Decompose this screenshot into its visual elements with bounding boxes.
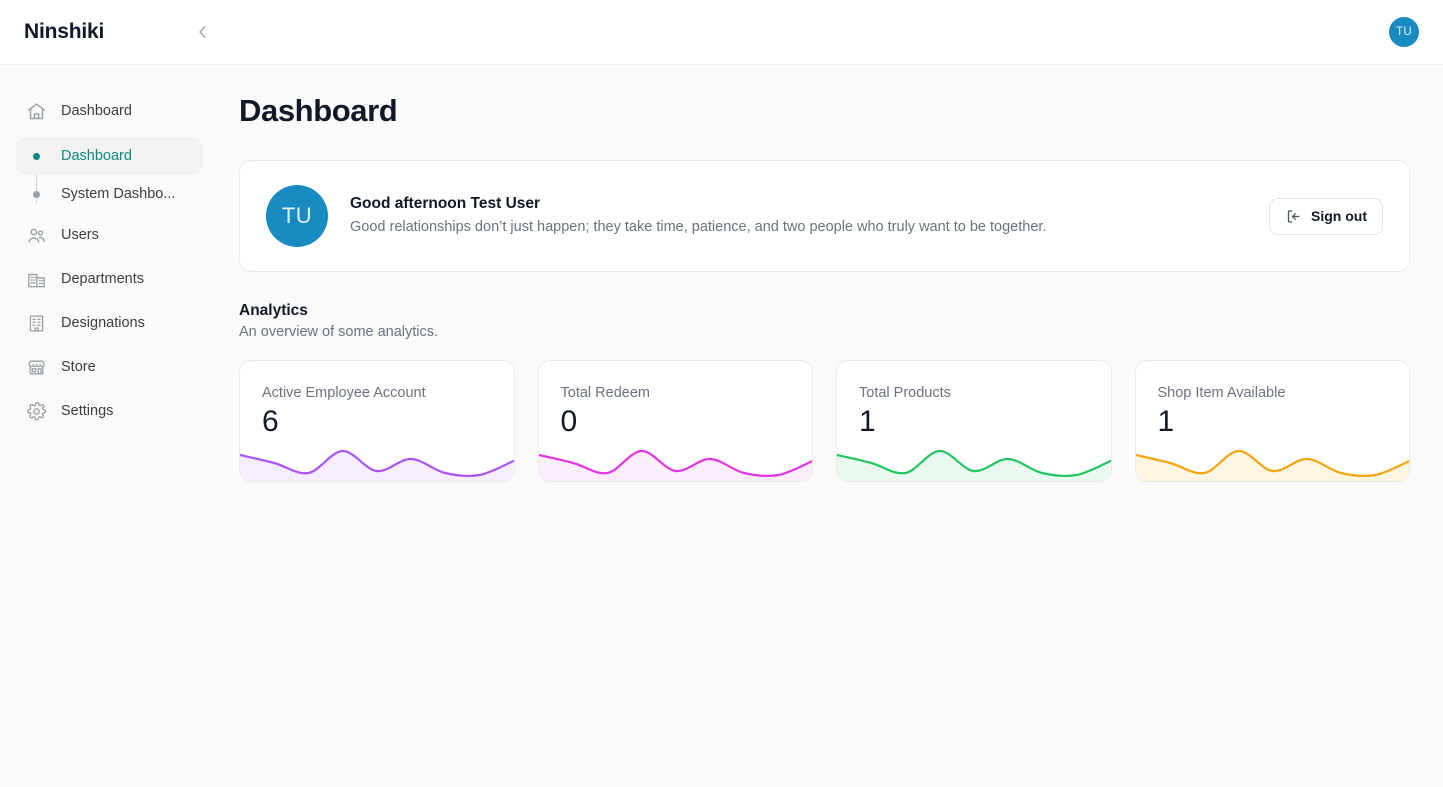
home-icon: [26, 101, 47, 122]
building-icon: [26, 269, 47, 290]
sidebar-item-departments[interactable]: Departments: [16, 261, 202, 297]
bullet-dot-icon: [26, 190, 47, 198]
greeting-text: Good afternoon Test User Good relationsh…: [350, 195, 1247, 238]
stat-card[interactable]: Total Redeem 0: [537, 360, 813, 482]
main-content: Dashboard TU Good afternoon Test User Go…: [216, 65, 1443, 787]
sidebar-subitem-label: System Dashbo...: [61, 186, 176, 202]
sidebar: Dashboard Dashboard System Dashbo... Use…: [0, 65, 216, 787]
sidebar-item-settings[interactable]: Settings: [16, 393, 202, 429]
users-icon: [26, 225, 47, 246]
sidebar-item-label: Dashboard: [61, 103, 132, 119]
greeting-subtitle: Good relationships don’t just happen; th…: [350, 218, 1047, 235]
sign-out-icon: [1285, 208, 1302, 225]
sidebar-subitem-label: Dashboard: [61, 148, 132, 164]
analytics-subtitle: An overview of some analytics.: [239, 324, 439, 340]
sidebar-subitem-dashboard[interactable]: Dashboard: [16, 137, 202, 175]
sign-out-button[interactable]: Sign out: [1269, 197, 1383, 235]
stat-card-label: Active Employee Account: [262, 385, 426, 401]
stat-card-value: 1: [1157, 405, 1175, 438]
stat-card[interactable]: Shop Item Available 1: [1134, 360, 1410, 482]
sparkline-chart: [837, 437, 1111, 481]
sidebar-item-designations[interactable]: Designations: [16, 305, 202, 341]
sign-out-label: Sign out: [1311, 208, 1367, 224]
app-brand: Ninshiki: [24, 20, 105, 43]
sparkline-chart: [1135, 437, 1409, 481]
page-title: Dashboard: [239, 93, 398, 128]
sidebar-item-dashboard[interactable]: Dashboard: [16, 93, 202, 129]
stat-card-value: 1: [859, 405, 876, 438]
stat-card-label: Shop Item Available: [1157, 385, 1286, 401]
bullet-dot-icon: [26, 152, 47, 160]
stat-card-label: Total Redeem: [560, 385, 650, 401]
sidebar-item-store[interactable]: Store: [16, 349, 202, 385]
sidebar-item-label: Departments: [61, 271, 145, 287]
stat-card-label: Total Products: [859, 385, 951, 401]
analytics-title: Analytics: [239, 302, 308, 319]
stat-card[interactable]: Active Employee Account 6: [239, 360, 515, 482]
greeting-card: TU Good afternoon Test User Good relatio…: [239, 160, 1410, 272]
sidebar-subnav-dashboard: Dashboard System Dashbo...: [16, 137, 202, 213]
greeting-title: Good afternoon Test User: [350, 194, 541, 212]
sparkline-chart: [538, 437, 812, 481]
avatar: TU: [266, 185, 328, 247]
app-shell: Dashboard Dashboard System Dashbo... Use…: [0, 65, 1443, 787]
top-bar: Ninshiki TU: [0, 0, 1443, 65]
office-building-icon: [26, 313, 47, 334]
gear-icon: [26, 401, 47, 422]
stat-card[interactable]: Total Products 1: [836, 360, 1112, 482]
chevron-left-icon[interactable]: [190, 19, 216, 45]
stat-card-grid: Active Employee Account 6 Total Redeem 0…: [239, 360, 1410, 482]
sparkline-chart: [240, 437, 514, 481]
stat-card-value: 6: [262, 405, 279, 438]
sidebar-item-label: Designations: [61, 315, 145, 331]
sidebar-subitem-system-dashboard[interactable]: System Dashbo...: [16, 175, 202, 213]
sidebar-item-label: Users: [61, 227, 99, 243]
sidebar-item-label: Settings: [61, 403, 114, 419]
store-icon: [26, 357, 47, 378]
stat-card-value: 0: [560, 405, 578, 438]
sidebar-item-users[interactable]: Users: [16, 217, 202, 253]
sidebar-item-label: Store: [61, 359, 96, 375]
avatar[interactable]: TU: [1389, 17, 1419, 47]
